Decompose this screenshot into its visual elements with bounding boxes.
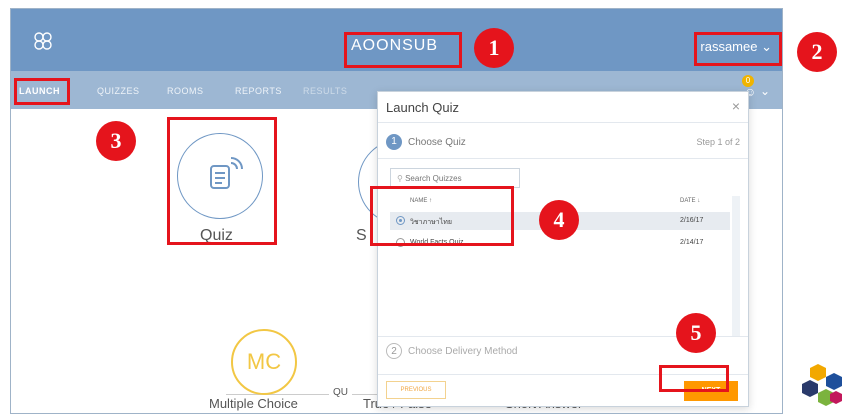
tab-quizzes[interactable]: QUIZZES <box>97 86 140 96</box>
quiz-label: Quiz <box>200 227 233 244</box>
annotation-number: 4 <box>539 200 579 240</box>
annotation-number: 5 <box>676 313 716 353</box>
scrollbar[interactable] <box>732 196 740 336</box>
next-button[interactable]: NEXT <box>684 381 738 401</box>
app-window: AOONSUB rassamee ⌄ LAUNCH QUIZZES ROOMS … <box>10 8 783 414</box>
radio-button[interactable] <box>396 216 405 225</box>
divider <box>378 374 748 375</box>
annotation-number: 2 <box>797 32 837 72</box>
chevron-down-icon: ⌄ <box>760 84 771 98</box>
radio-button[interactable] <box>396 238 405 247</box>
user-menu[interactable]: rassamee ⌄ <box>700 39 772 55</box>
quiz-name: World Facts Quiz <box>410 239 464 246</box>
quick-question-heading: QU <box>329 387 352 398</box>
choose-delivery-step: Choose Delivery Method <box>408 346 518 357</box>
multiple-choice-label: Multiple Choice <box>209 396 298 411</box>
tab-launch[interactable]: LAUNCH <box>19 86 60 96</box>
search-icon: ⚲ <box>397 174 403 183</box>
quiz-name: วิชาภาษาไทย <box>410 219 452 226</box>
previous-button[interactable]: PREVIOUS <box>386 381 446 399</box>
step-one-indicator: 1 <box>386 134 402 150</box>
user-name: rassamee <box>700 39 758 54</box>
tab-reports[interactable]: REPORTS <box>235 86 282 96</box>
quiz-date: 2/14/17 <box>680 239 704 246</box>
tab-results[interactable]: RESULTS <box>303 86 347 96</box>
multiple-choice-button[interactable]: MC <box>231 329 297 395</box>
app-title: AOONSUB <box>351 37 439 54</box>
search-field[interactable]: ⚲ <box>390 168 520 188</box>
step-count: Step 1 of 2 <box>696 137 740 147</box>
step-two-indicator: 2 <box>386 343 402 359</box>
search-input[interactable] <box>405 174 506 183</box>
modal-title: Launch Quiz <box>386 100 459 115</box>
modal-footer: PREVIOUS NEXT <box>378 376 748 408</box>
launch-quiz-modal: Launch Quiz × 1 Choose Quiz Step 1 of 2 … <box>377 91 749 407</box>
annotation-number: 3 <box>96 121 136 161</box>
annotation-number: 1 <box>474 28 514 68</box>
divider <box>378 122 748 123</box>
chevron-down-icon: ⌄ <box>761 39 772 54</box>
close-icon[interactable]: × <box>732 98 740 114</box>
choose-quiz-step: Choose Quiz <box>408 137 466 148</box>
top-bar: AOONSUB rassamee ⌄ <box>11 9 782 71</box>
divider <box>378 158 748 159</box>
date-column-header[interactable]: DATE ↓ <box>680 198 700 204</box>
quiz-date: 2/16/17 <box>680 217 704 224</box>
brand-hexagons-icon <box>802 364 842 406</box>
name-column-header[interactable]: NAME ↑ <box>410 198 432 204</box>
space-race-label: S <box>356 227 367 244</box>
tab-rooms[interactable]: ROOMS <box>167 86 204 96</box>
app-logo-icon[interactable] <box>31 29 55 53</box>
quiz-launch-button[interactable] <box>177 133 263 219</box>
quiz-icon <box>210 157 243 189</box>
